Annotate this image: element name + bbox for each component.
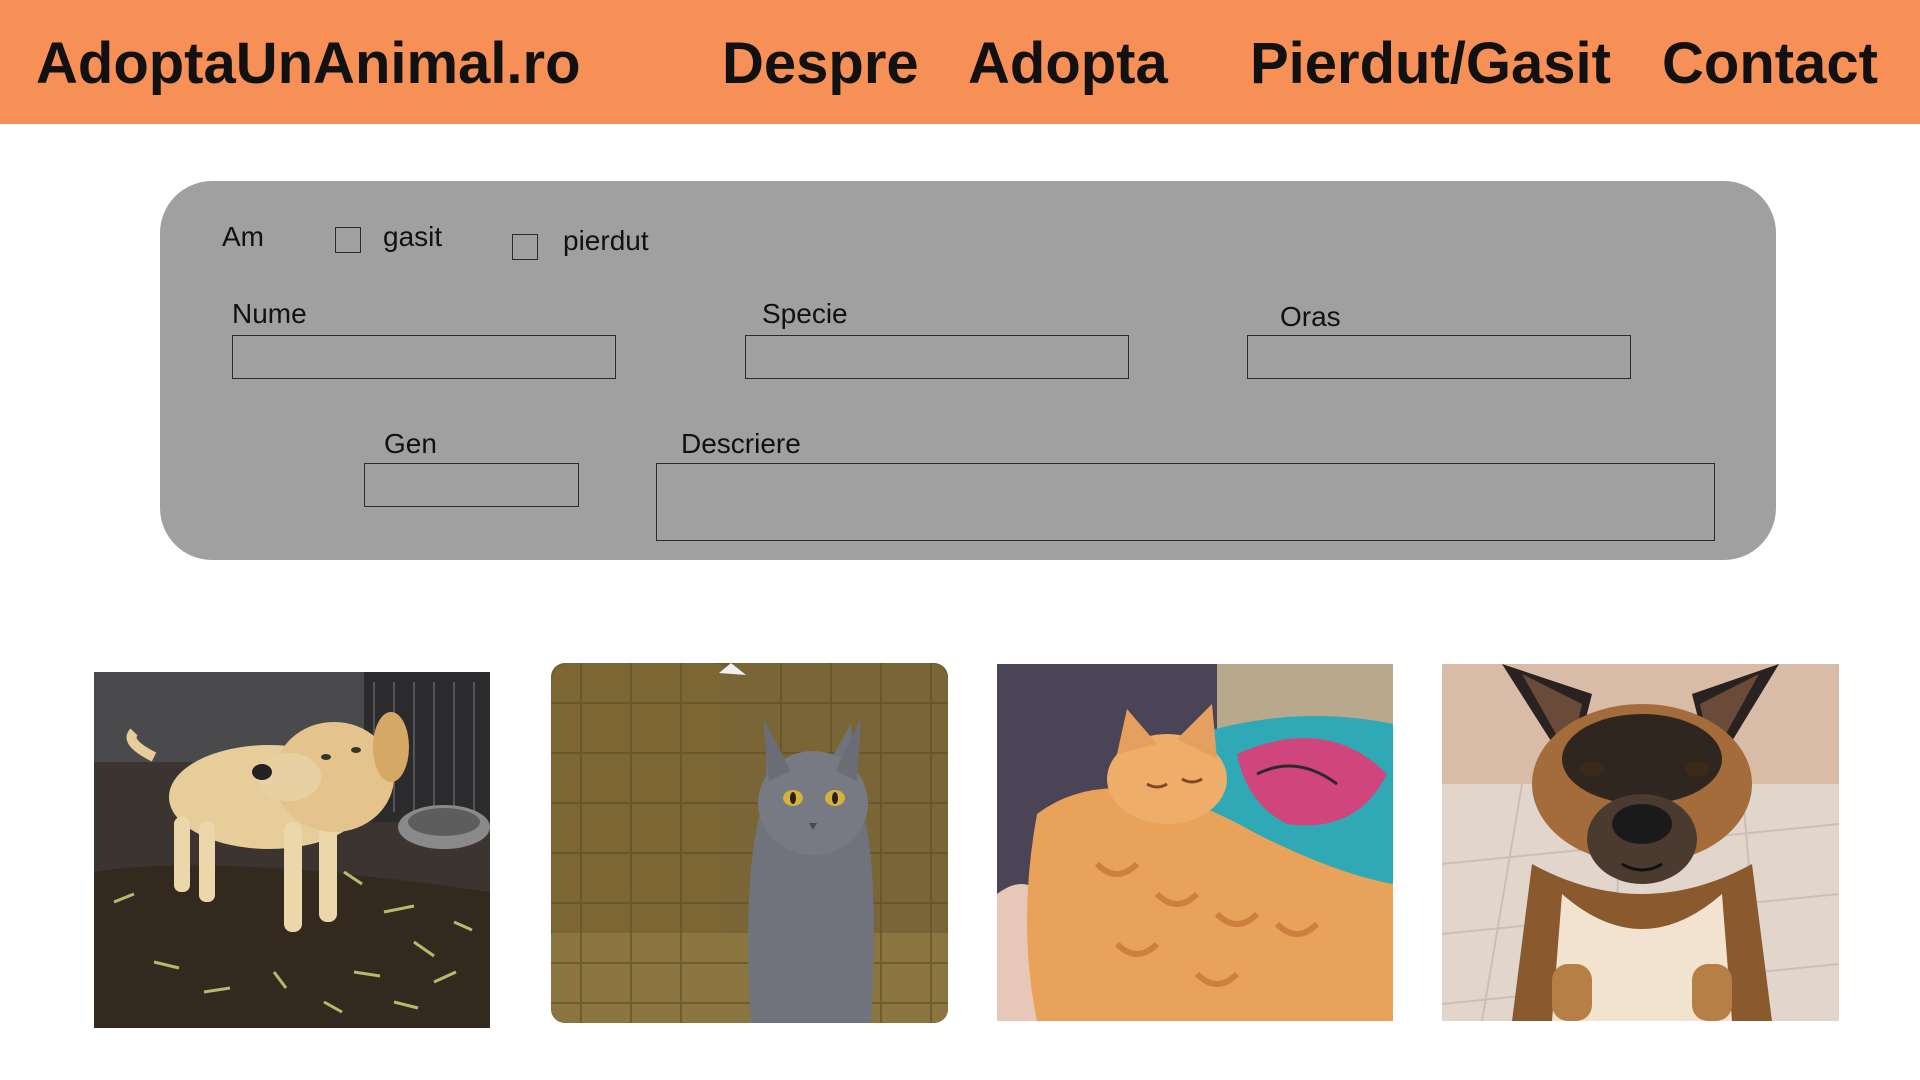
oras-input[interactable] xyxy=(1247,335,1631,379)
nume-input[interactable] xyxy=(232,335,616,379)
shepherd-dog-image xyxy=(1442,664,1839,1021)
pierdut-checkbox[interactable] xyxy=(512,234,538,260)
nav-link-adopta[interactable]: Adopta xyxy=(968,34,1168,94)
specie-input[interactable] xyxy=(745,335,1129,379)
nav-link-pierdut-gasit[interactable]: Pierdut/Gasit xyxy=(1250,34,1611,94)
specie-label: Specie xyxy=(762,298,848,329)
orange-cat-image xyxy=(997,664,1393,1021)
descriere-label: Descriere xyxy=(681,428,801,459)
gen-label: Gen xyxy=(384,428,437,459)
nav-link-contact[interactable]: Contact xyxy=(1662,34,1878,94)
top-header: AdoptaUnAnimal.ro Despre Adopta Pierdut/… xyxy=(0,0,1920,124)
photo-orange-cat[interactable] xyxy=(997,664,1393,1021)
grey-cat-image xyxy=(551,663,948,1023)
photo-yellow-dog[interactable] xyxy=(94,672,490,1028)
gen-input[interactable] xyxy=(364,463,579,507)
photo-grey-cat[interactable] xyxy=(551,663,948,1023)
nume-label: Nume xyxy=(232,298,307,329)
lost-found-form: Am gasit pierdut Nume Specie Oras Gen De… xyxy=(160,181,1776,560)
nav-link-despre[interactable]: Despre xyxy=(722,34,919,94)
gasit-label: gasit xyxy=(383,221,443,252)
descriere-textarea[interactable] xyxy=(656,463,1715,541)
photo-shepherd-dog[interactable] xyxy=(1442,664,1839,1021)
yellow-dog-image xyxy=(94,672,490,1028)
oras-label: Oras xyxy=(1280,301,1341,332)
pierdut-label: pierdut xyxy=(563,225,649,256)
site-logo[interactable]: AdoptaUnAnimal.ro xyxy=(36,34,581,94)
gasit-checkbox[interactable] xyxy=(335,227,361,253)
am-label: Am xyxy=(222,221,264,252)
